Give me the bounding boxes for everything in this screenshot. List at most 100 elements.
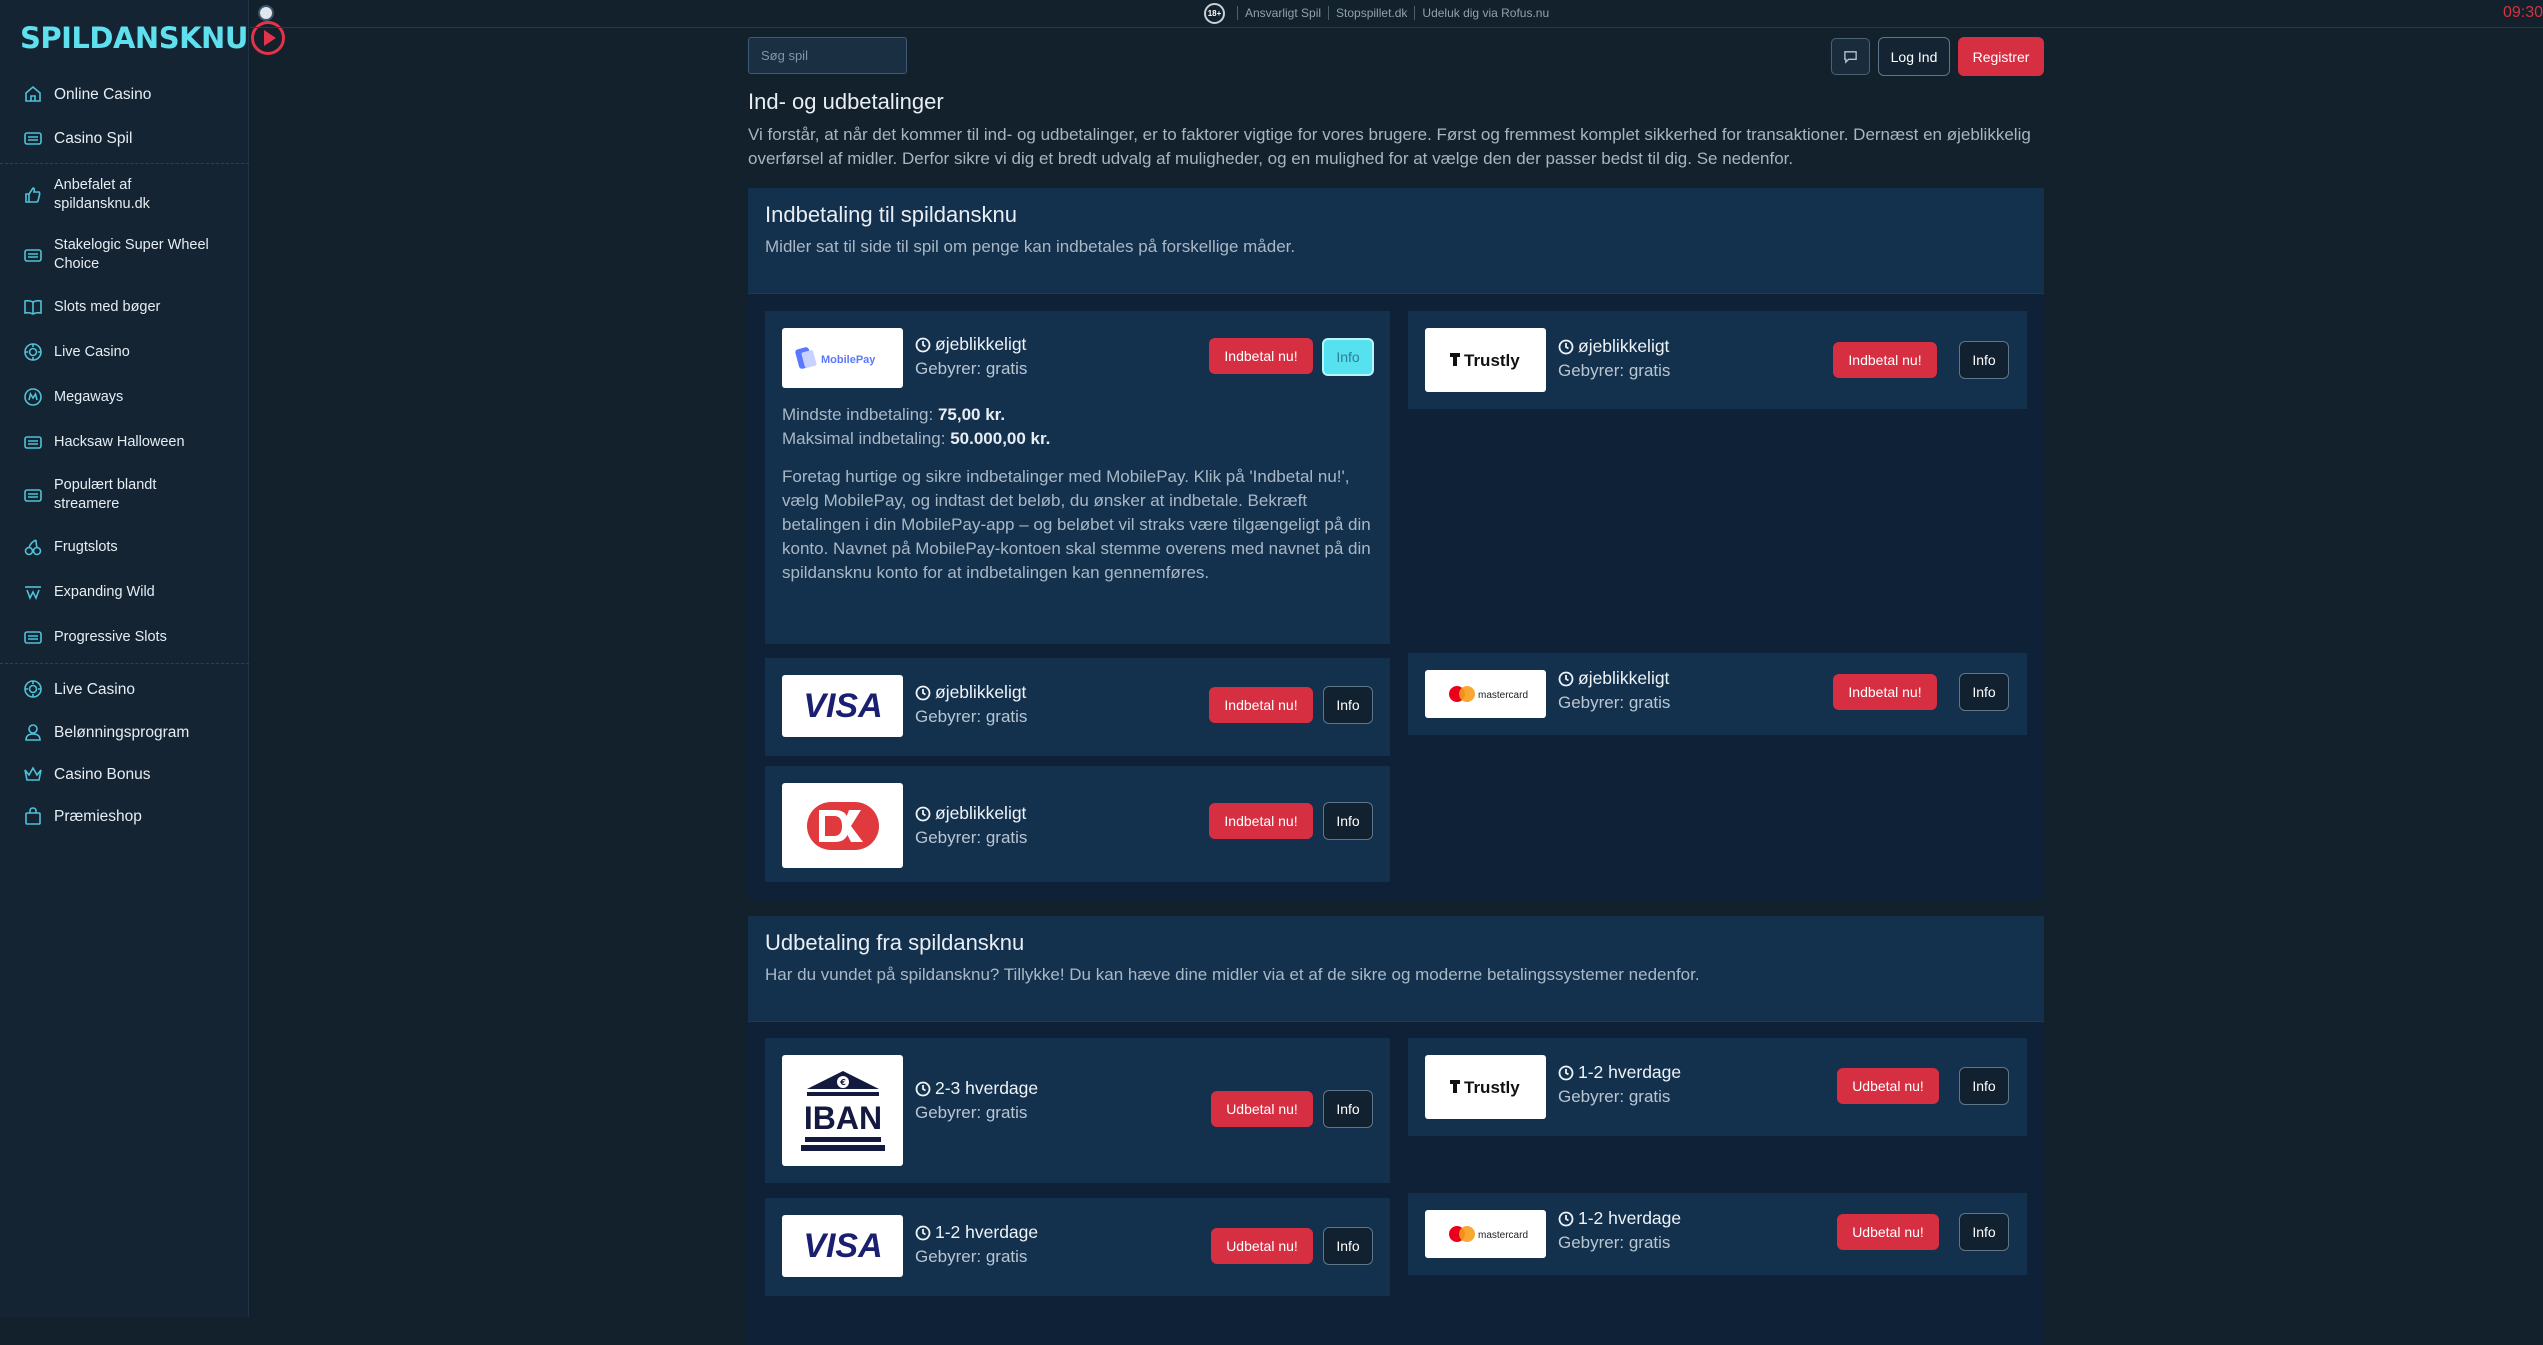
- clock-icon: [1558, 671, 1574, 686]
- sidebar-item-label: Hacksaw Halloween: [54, 433, 185, 450]
- search-input[interactable]: [748, 37, 907, 74]
- mobilepay-info-button[interactable]: Info: [1322, 338, 1374, 376]
- speed-label: øjeblikkeligt: [935, 334, 1027, 354]
- sidebar-item-progressive-slots[interactable]: Progressive Slots: [0, 626, 249, 648]
- clock-icon: [915, 685, 931, 700]
- withdraw-method-iban: € IBAN 2-3 hverdage Gebyrer: gratis Udbe…: [765, 1038, 1390, 1183]
- sidebar-item-frugtslots[interactable]: Frugtslots: [0, 536, 249, 558]
- visa-logo: VISA: [782, 1215, 903, 1277]
- brand-logo[interactable]: SPILDANSKNU: [20, 14, 285, 62]
- mobilepay-deposit-button[interactable]: Indbetal nu!: [1209, 338, 1313, 374]
- deposit-method-dankort: øjeblikkeligt Gebyrer: gratis Indbetal n…: [765, 766, 1390, 882]
- sidebar: SPILDANSKNU Online Casino Casino Spil An…: [0, 0, 285, 1317]
- visa-info-button[interactable]: Info: [1323, 686, 1373, 724]
- responsible-gaming-links: 18+ Ansvarligt Spil Stopspillet.dk Udelu…: [1204, 2, 1556, 24]
- iban-info-button[interactable]: Info: [1323, 1090, 1373, 1128]
- wild-icon: [22, 581, 44, 603]
- visa-deposit-button[interactable]: Indbetal nu!: [1209, 687, 1313, 723]
- visa-fee: Gebyrer: gratis: [915, 1247, 1028, 1266]
- visa-info-button[interactable]: Info: [1323, 1227, 1373, 1265]
- sidebar-item-stakelogic[interactable]: Stakelogic Super Wheel Choice: [0, 235, 249, 275]
- slot-machine-icon: [22, 484, 44, 506]
- mastercard-withdraw-button[interactable]: Udbetal nu!: [1837, 1214, 1939, 1250]
- iban-speed: 2-3 hverdage: [915, 1078, 1038, 1099]
- sidebar-item-live-casino[interactable]: Live Casino: [0, 340, 249, 364]
- sidebar-item-label: Stakelogic Super Wheel Choice: [54, 237, 209, 272]
- mobilepay-speed: øjeblikkeligt: [915, 334, 1026, 355]
- withdraw-panel: Udbetaling fra spildansknu Har du vundet…: [748, 916, 2044, 1345]
- sidebar-item-label: Præmieshop: [54, 807, 142, 825]
- link-rofus[interactable]: Udeluk dig via Rofus.nu: [1414, 6, 1556, 20]
- min-deposit-value: 75,00 kr.: [937, 405, 1006, 424]
- clock-icon: [915, 1081, 931, 1096]
- login-button[interactable]: Log Ind: [1878, 37, 1950, 76]
- svg-text:€: €: [839, 1078, 846, 1087]
- trustly-info-button[interactable]: Info: [1959, 341, 2009, 379]
- slot-machine-icon: [22, 626, 44, 648]
- max-deposit-label: Maksimal indbetaling:: [782, 429, 946, 448]
- max-deposit-value: 50.000,00 kr.: [950, 429, 1051, 448]
- mastercard-deposit-button[interactable]: Indbetal nu!: [1833, 674, 1937, 710]
- sidebar-item-casino-spil[interactable]: Casino Spil: [0, 124, 249, 152]
- sidebar-item-slots-med-boger[interactable]: Slots med bøger: [0, 296, 249, 318]
- slot-machine-icon: [22, 244, 44, 266]
- language-flag-icon[interactable]: [258, 5, 274, 21]
- deposit-method-mobilepay: MobilePay øjeblikkeligt Gebyrer: gratis …: [765, 311, 1390, 644]
- trustly-info-button[interactable]: Info: [1959, 1067, 2009, 1105]
- visa-speed: øjeblikkeligt: [915, 682, 1026, 703]
- visa-logo-icon: VISA: [803, 687, 882, 725]
- sidebar-item-anbefalet[interactable]: Anbefalet af spildansknu.dk: [0, 175, 249, 215]
- sidebar-item-casino-bonus[interactable]: Casino Bonus: [0, 763, 249, 785]
- clock-icon: [915, 337, 931, 352]
- mastercard-speed: 1-2 hverdage: [1558, 1208, 1681, 1229]
- clock-icon: [915, 806, 931, 821]
- mastercard-logo: mastercard: [1425, 1210, 1546, 1258]
- link-stopspillet[interactable]: Stopspillet.dk: [1328, 6, 1414, 20]
- mastercard-fee: Gebyrer: gratis: [1558, 693, 1671, 712]
- mobilepay-logo-icon: MobilePay: [794, 347, 876, 369]
- mastercard-info-button[interactable]: Info: [1959, 1213, 2009, 1251]
- trustly-logo-icon: Trustly: [1449, 1078, 1520, 1097]
- sidebar-item-label: Progressive Slots: [54, 628, 167, 645]
- sidebar-item-label: Belønningsprogram: [54, 723, 190, 741]
- speed-label: øjeblikkeligt: [1578, 668, 1670, 688]
- dankort-info-button[interactable]: Info: [1323, 802, 1373, 840]
- link-ansvarligt-spil[interactable]: Ansvarligt Spil: [1237, 6, 1328, 20]
- sidebar-item-praemieshop[interactable]: Præmieshop: [0, 805, 249, 827]
- svg-text:Trustly: Trustly: [1464, 351, 1520, 370]
- sidebar-item-expanding-wild[interactable]: Expanding Wild: [0, 581, 249, 603]
- svg-text:mastercard: mastercard: [1478, 1230, 1528, 1241]
- sidebar-item-belonningsprogram[interactable]: Belønningsprogram: [0, 721, 249, 743]
- iban-logo: € IBAN: [782, 1055, 903, 1166]
- sidebar-item-megaways[interactable]: Megaways: [0, 386, 249, 408]
- brand-name: SPILDANSKNU: [20, 21, 248, 55]
- sidebar-item-streamere[interactable]: Populært blandt streamere: [0, 475, 249, 515]
- trustly-deposit-button[interactable]: Indbetal nu!: [1833, 342, 1937, 378]
- page-title: Ind- og udbetalinger: [748, 89, 944, 114]
- sidebar-item-label: Casino Bonus: [54, 765, 151, 783]
- sidebar-item-live-casino-footer[interactable]: Live Casino: [0, 677, 249, 701]
- age-limit-badge: 18+: [1204, 2, 1225, 24]
- iban-withdraw-button[interactable]: Udbetal nu!: [1211, 1091, 1313, 1127]
- chat-button[interactable]: [1831, 38, 1870, 75]
- deposit-method-mastercard: mastercard øjeblikkeligt Gebyrer: gratis…: [1408, 653, 2027, 735]
- trustly-withdraw-button[interactable]: Udbetal nu!: [1837, 1068, 1939, 1104]
- dankort-deposit-button[interactable]: Indbetal nu!: [1209, 803, 1313, 839]
- deposit-header: Indbetaling til spildansknu Midler sat t…: [748, 188, 2044, 294]
- deposit-method-trustly: Trustly øjeblikkeligt Gebyrer: gratis In…: [1408, 311, 2027, 409]
- dankort-logo: [782, 783, 903, 868]
- clock-icon: [1558, 1065, 1574, 1080]
- svg-text:IBAN: IBAN: [803, 1100, 881, 1136]
- mastercard-info-button[interactable]: Info: [1959, 673, 2009, 711]
- visa-logo: VISA: [782, 675, 903, 737]
- sidebar-item-hacksaw-halloween[interactable]: Hacksaw Halloween: [0, 431, 249, 453]
- megaways-icon: [22, 386, 44, 408]
- mastercard-speed: øjeblikkeligt: [1558, 668, 1669, 689]
- withdraw-method-trustly: Trustly 1-2 hverdage Gebyrer: gratis Udb…: [1408, 1038, 2027, 1136]
- trustly-speed: 1-2 hverdage: [1558, 1062, 1681, 1083]
- mastercard-logo-icon: mastercard: [1448, 686, 1528, 702]
- sidebar-item-online-casino[interactable]: Online Casino: [0, 80, 249, 108]
- register-button[interactable]: Registrer: [1958, 37, 2044, 76]
- sidebar-divider: [0, 663, 249, 664]
- visa-withdraw-button[interactable]: Udbetal nu!: [1211, 1228, 1313, 1264]
